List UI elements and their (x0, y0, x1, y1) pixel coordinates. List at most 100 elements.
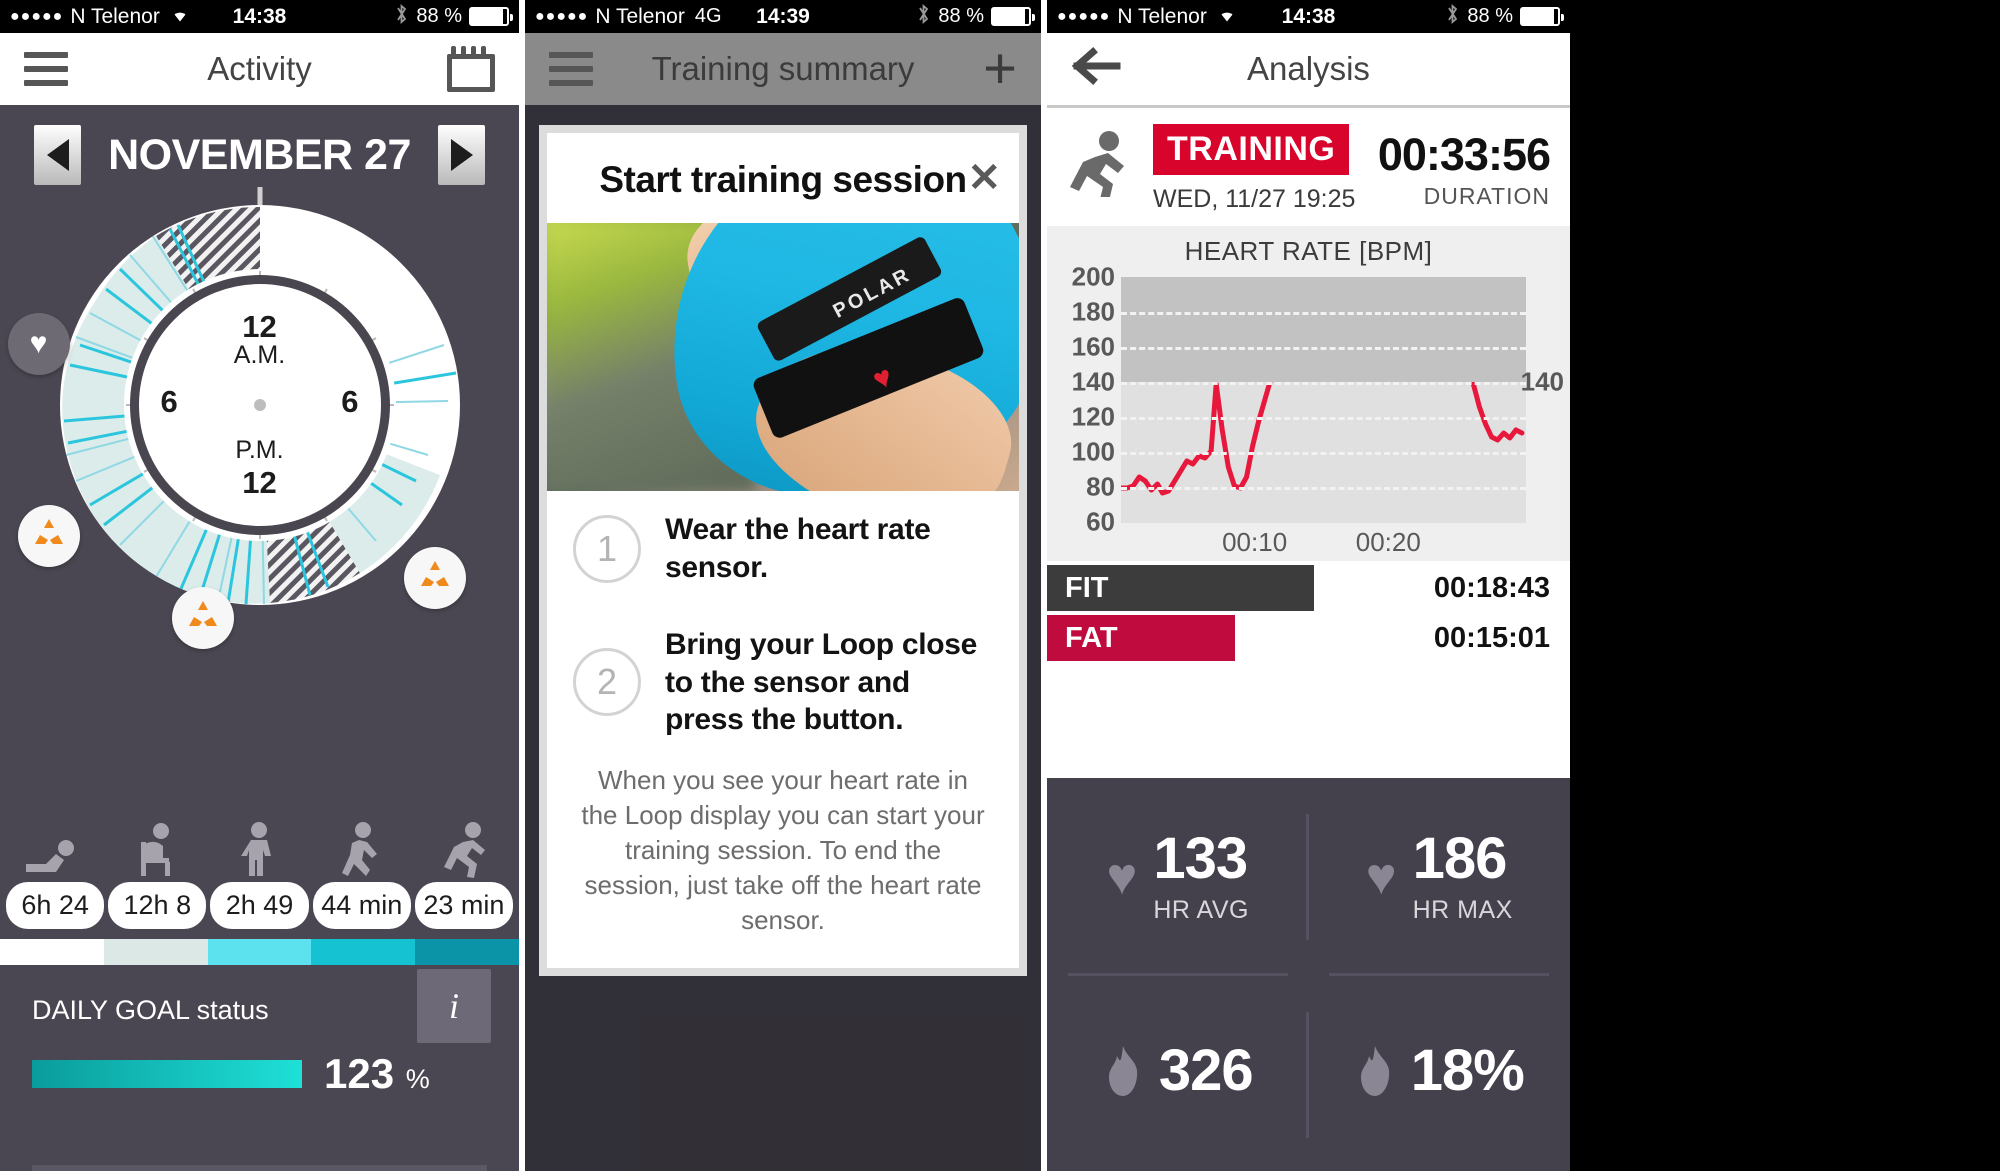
battery-icon (991, 7, 1035, 26)
heart-icon: ♥ (1106, 848, 1138, 906)
stat-value: 186 (1412, 825, 1508, 891)
page-title: Analysis (1247, 50, 1370, 87)
clock-face: 12 A.M. 6 6 P.M. 12 (129, 275, 390, 535)
running-icon (415, 822, 519, 878)
recycle-icon (418, 559, 452, 597)
recycle-icon (186, 599, 220, 637)
x-tick: 00:20 (1355, 527, 1421, 557)
bluetooth-icon (1445, 3, 1460, 30)
stat-value: 326 (1158, 1038, 1254, 1103)
inactivity-badge-2[interactable] (171, 587, 234, 649)
y-tick: 140 (1071, 366, 1115, 397)
zone-row-fat: FAT 00:15:01 (1047, 615, 1570, 661)
close-icon[interactable]: ✕ (967, 155, 1001, 201)
chart-end-value: 140 (1520, 366, 1564, 397)
y-tick: 180 (1071, 296, 1115, 327)
step-number: 1 (573, 514, 641, 583)
y-tick: 80 (1086, 471, 1115, 502)
status-bar-summary: ●●●●● N Telenor 4G 14:39 88 % (525, 0, 1041, 33)
stat-hr-avg: ♥ 133 HR AVG (1047, 778, 1309, 976)
stat-hr-max: ♥ 186 HR MAX (1309, 778, 1571, 976)
zone-row-fit: FIT 00:18:43 (1047, 565, 1570, 611)
battery-percent: 88 % (1467, 5, 1513, 27)
list-item[interactable]: 2h 49 (210, 882, 309, 929)
inactivity-badge-1[interactable] (17, 505, 80, 567)
navbar-summary: Training summary + (525, 33, 1041, 105)
daily-goal-percent: 123 (324, 1050, 395, 1097)
calendar-icon[interactable] (447, 46, 495, 92)
screen-analysis: ●●●●● N Telenor 14:38 88 % Analysis TRAI… (1047, 0, 1570, 1171)
next-day-button[interactable] (438, 125, 485, 185)
screen-activity: ●●●●● N Telenor 14:38 88 % Activity NOVE… (0, 0, 519, 1171)
three-phone-screenshots: ●●●●● N Telenor 14:38 88 % Activity NOVE… (0, 0, 2000, 1171)
menu-icon[interactable] (24, 52, 68, 86)
legend-segment-run (415, 939, 519, 965)
activity-clock[interactable]: 12 A.M. 6 6 P.M. 12 ♥ (7, 187, 466, 649)
y-tick: 160 (1071, 331, 1115, 362)
status-bar-analysis: ●●●●● N Telenor 14:38 88 % (1047, 0, 1570, 33)
heart-rate-chart[interactable]: HEART RATE [BPM] 200 180 160 140 120 100… (1047, 226, 1570, 561)
daily-goal-progress (32, 1060, 302, 1088)
back-arrow-icon[interactable] (1071, 46, 1123, 93)
x-tick: 00:10 (1222, 527, 1288, 557)
summary-content: Start training session ✕ POLAR ♥ 1 Wear … (525, 105, 1041, 1171)
analysis-stats-grid: ♥ 133 HR AVG ♥ 186 HR MAX 326 18% (1047, 778, 1570, 1171)
stat-calories: 326 (1047, 976, 1309, 1171)
page-title: Training summary (651, 50, 915, 87)
clock-pm-label: P.M. (235, 436, 284, 464)
heart-badge[interactable]: ♥ (7, 313, 70, 375)
date-selector: NOVEMBER 27 (0, 105, 519, 189)
stat-label: HR AVG (1153, 895, 1249, 924)
bluetooth-icon (394, 3, 409, 30)
session-header: TRAINING WED, 11/27 19:25 00:33:56 DURAT… (1047, 108, 1570, 226)
chart-y-axis: 200 180 160 140 120 100 80 60 (1053, 262, 1115, 537)
sitting-icon (104, 822, 208, 878)
chart-x-axis: 00:10 00:20 (1121, 527, 1526, 557)
legend-segment-sleep (0, 939, 104, 965)
inactivity-badge-3[interactable] (403, 547, 466, 609)
session-date: WED, 11/27 19:25 (1153, 185, 1356, 213)
navbar-activity: Activity (0, 33, 519, 105)
heart-icon: ♥ (1365, 848, 1397, 906)
standing-icon (208, 822, 312, 878)
legend-segment-sit (103, 939, 208, 965)
zone-label-fat: FAT (1047, 615, 1236, 661)
navbar-analysis: Analysis (1047, 33, 1570, 105)
clock-6-right: 6 (341, 384, 359, 419)
activity-levels: 6h 24 12h 8 2h 49 44 min 23 min (0, 822, 519, 965)
chart-zone-band (1121, 277, 1526, 382)
battery-icon (1520, 7, 1564, 26)
info-icon: i (448, 986, 459, 1026)
chart-plot-area (1121, 277, 1526, 523)
list-item[interactable]: 12h 8 (108, 882, 207, 929)
page-title: Activity (207, 50, 312, 87)
clock-12-am: 12 (242, 309, 277, 344)
prev-day-button[interactable] (34, 125, 81, 185)
activity-duration-pills: 6h 24 12h 8 2h 49 44 min 23 min (0, 882, 519, 929)
y-tick: 120 (1071, 401, 1115, 432)
clock-12-pm: 12 (242, 465, 277, 500)
step-text: Wear the heart rate sensor. (665, 513, 931, 584)
add-session-button[interactable]: + (983, 39, 1017, 97)
flame-icon (1355, 1044, 1395, 1107)
zone-time-fit: 00:18:43 (1433, 571, 1550, 604)
bluetooth-icon (916, 3, 931, 30)
menu-icon[interactable] (549, 52, 593, 86)
zone-label-fit: FIT (1047, 565, 1314, 611)
stat-fat-percent: 18% (1309, 976, 1571, 1171)
y-tick: 60 (1086, 506, 1115, 537)
duration-label: DURATION (1423, 182, 1550, 209)
legend-segment-stand (207, 939, 312, 965)
info-button[interactable]: i (417, 969, 491, 1043)
battery-percent: 88 % (416, 5, 462, 27)
instruction-photo: POLAR ♥ (547, 223, 1019, 491)
legend-segment-walk (311, 939, 416, 965)
list-item[interactable]: 6h 24 (6, 882, 105, 929)
sleeping-icon (0, 822, 104, 878)
running-icon (1067, 130, 1139, 208)
list-item[interactable]: 44 min (312, 882, 411, 929)
list-item[interactable]: 23 min (414, 882, 514, 929)
session-duration: 00:33:56 (1377, 128, 1551, 180)
battery-icon (469, 7, 513, 26)
step-number: 2 (573, 648, 641, 717)
